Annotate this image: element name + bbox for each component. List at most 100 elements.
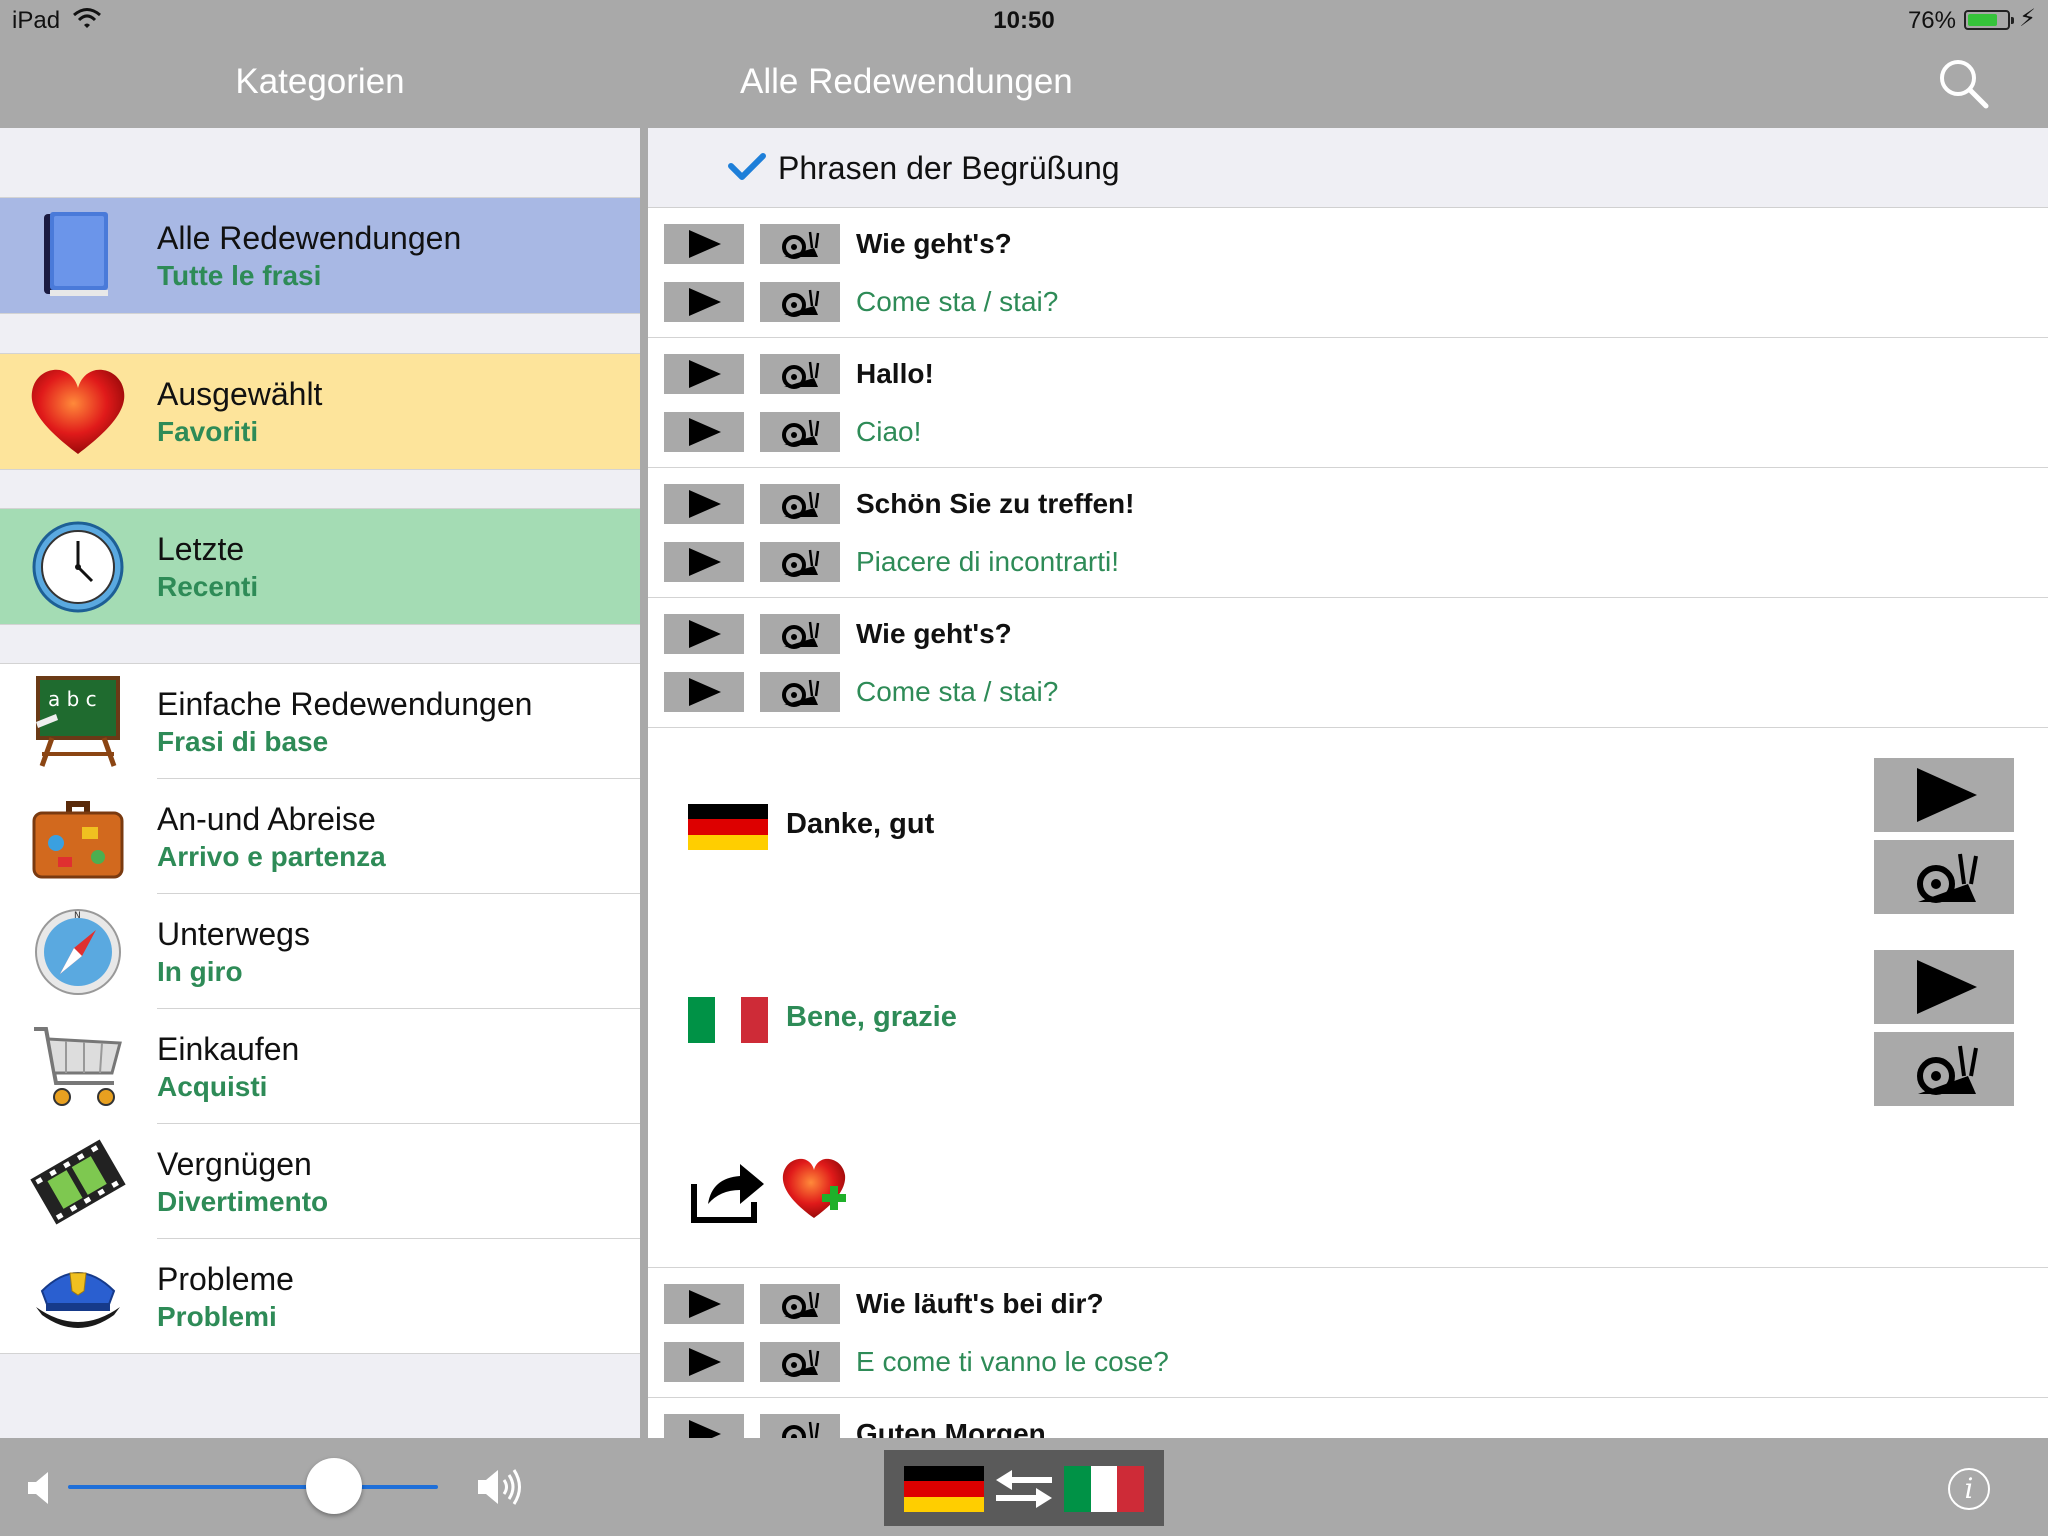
slow-play-de-button[interactable] [760, 1284, 840, 1324]
category-recent[interactable]: Letzte Recenti [0, 509, 640, 624]
category-favorites[interactable]: Ausgewählt Favoriti [0, 354, 640, 469]
phrase-detail: Danke, gut Bene, grazie [648, 728, 2048, 1268]
detail-slow-play-it-button[interactable] [1874, 1032, 2014, 1106]
play-icon [689, 288, 721, 316]
snail-icon [782, 491, 820, 519]
snail-icon [782, 1349, 820, 1377]
play-icon [689, 548, 721, 576]
play-icon [689, 1348, 721, 1376]
category-label-it: Frasi di base [157, 726, 329, 757]
category-on-the-way[interactable]: N Unterwegs In giro [0, 894, 640, 1009]
german-flag-icon [904, 1466, 984, 1512]
play-de-button[interactable] [664, 484, 744, 524]
svg-text:N: N [74, 911, 81, 921]
phrase-row[interactable]: Guten Morgen [648, 1398, 2048, 1438]
play-it-button[interactable] [664, 412, 744, 452]
play-icon [1917, 768, 1977, 822]
checkmark-icon [728, 153, 766, 180]
slow-play-it-button[interactable] [760, 282, 840, 322]
category-problems[interactable]: Probleme Problemi [0, 1239, 640, 1354]
detail-play-de-button[interactable] [1874, 758, 2014, 832]
section-header[interactable]: Phrasen der Begrüßung [648, 128, 2048, 208]
film-strip-icon [30, 1139, 126, 1225]
search-icon[interactable] [1936, 56, 1992, 112]
phrase-row[interactable]: Schön Sie zu treffen! Piacere di incontr… [648, 468, 2048, 598]
police-cap-icon [36, 1272, 120, 1328]
italian-flag-icon [1064, 1466, 1144, 1512]
category-shopping[interactable]: Einkaufen Acquisti [0, 1009, 640, 1124]
slow-play-de-button[interactable] [760, 614, 840, 654]
snail-icon [782, 361, 820, 389]
snail-icon [782, 1421, 820, 1438]
phrase-italian: Come sta / stai? [856, 286, 1059, 317]
play-de-button[interactable] [664, 354, 744, 394]
play-icon [689, 418, 721, 446]
phrase-italian: E come ti vanno le cose? [856, 1346, 1169, 1377]
chalkboard-icon: a b c [36, 676, 120, 767]
play-de-button[interactable] [664, 614, 744, 654]
play-icon [689, 360, 721, 388]
slow-play-de-button[interactable] [760, 1414, 840, 1438]
share-icon[interactable] [688, 1158, 768, 1224]
phrase-row[interactable]: Wie geht's? Come sta / stai? [648, 208, 2048, 338]
slow-play-de-button[interactable] [760, 484, 840, 524]
sidebar-title: Kategorien [235, 62, 405, 101]
charging-bolt-icon: ⚡ [2019, 5, 2036, 32]
slow-play-it-button[interactable] [760, 672, 840, 712]
snail-icon [782, 419, 820, 447]
category-entertainment[interactable]: Vergnügen Divertimento [0, 1124, 640, 1239]
play-de-button[interactable] [664, 224, 744, 264]
detail-german-text: Danke, gut [786, 808, 935, 840]
detail-italian-text: Bene, grazie [786, 1001, 957, 1033]
phrases-panel: Phrasen der Begrüßung Wie geht's? Come s… [648, 128, 2048, 1438]
info-button[interactable]: i [1948, 1468, 1990, 1510]
category-arrival-departure[interactable]: An-und Abreise Arrivo e partenza [0, 779, 640, 894]
category-label-it: Recenti [157, 571, 259, 602]
play-it-button[interactable] [664, 1342, 744, 1382]
play-icon [689, 490, 721, 518]
slow-play-it-button[interactable] [760, 1342, 840, 1382]
snail-icon [782, 679, 820, 707]
play-it-button[interactable] [664, 542, 744, 582]
slow-play-it-button[interactable] [760, 412, 840, 452]
snail-icon [782, 289, 820, 317]
volume-slider-knob[interactable] [306, 1458, 363, 1514]
play-icon [689, 620, 721, 648]
navigation-bar: Kategorien Alle Redewendungen [0, 40, 2048, 128]
phrase-row[interactable]: Wie läuft's bei dir? E come ti vanno le … [648, 1268, 2048, 1398]
slow-play-de-button[interactable] [760, 224, 840, 264]
heart-plus-icon[interactable] [780, 1156, 854, 1222]
phrase-italian: Piacere di incontrarti! [856, 546, 1120, 577]
heart-icon [31, 369, 125, 454]
play-de-button[interactable] [664, 1284, 744, 1324]
play-it-button[interactable] [664, 282, 744, 322]
phrase-row[interactable]: Hallo! Ciao! [648, 338, 2048, 468]
category-label-de: Vergnügen [157, 1146, 312, 1182]
play-icon [689, 678, 721, 706]
slow-play-de-button[interactable] [760, 354, 840, 394]
phrase-german: Wie geht's? [856, 618, 1012, 649]
category-label-it: In giro [157, 956, 243, 987]
volume-slider-track[interactable] [68, 1485, 438, 1489]
shopping-cart-icon [34, 1027, 122, 1106]
detail-slow-play-de-button[interactable] [1874, 840, 2014, 914]
language-swap-button[interactable] [884, 1450, 1164, 1526]
compass-icon: N [35, 909, 121, 995]
battery-percent: 76% [1907, 7, 1956, 34]
snail-icon [782, 231, 820, 259]
split-divider[interactable] [640, 128, 648, 1438]
play-it-button[interactable] [664, 672, 744, 712]
play-de-button[interactable] [664, 1414, 744, 1438]
category-label-it: Acquisti [157, 1071, 268, 1102]
category-label-it: Arrivo e partenza [157, 841, 386, 872]
category-all-phrases[interactable]: Alle Redewendungen Tutte le frasi [0, 198, 640, 313]
play-icon [1917, 960, 1977, 1014]
slow-play-it-button[interactable] [760, 542, 840, 582]
phrase-german: Wie läuft's bei dir? [856, 1288, 1104, 1319]
snail-icon [782, 549, 820, 577]
category-label-de: Alle Redewendungen [157, 220, 462, 256]
category-basic-phrases[interactable]: a b c Einfache Redewendungen Frasi di ba… [0, 664, 640, 779]
phrase-row[interactable]: Wie geht's? Come sta / stai? [648, 598, 2048, 728]
detail-play-it-button[interactable] [1874, 950, 2014, 1024]
bottom-toolbar: i [0, 1438, 2048, 1536]
